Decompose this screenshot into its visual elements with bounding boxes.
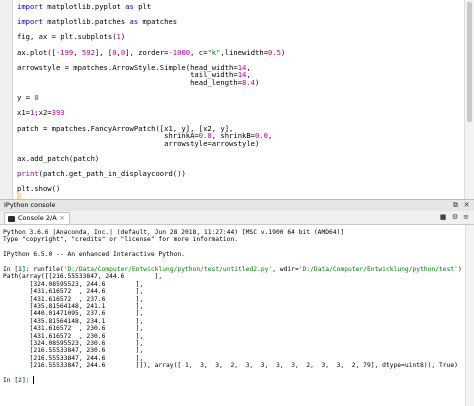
code-line: ax.plot([-199, 592], [0,0], zorder=-1000…: [17, 48, 285, 58]
menu-icon[interactable]: ≡: [461, 213, 471, 222]
code-token: import: [17, 17, 43, 27]
options-icon[interactable]: ⚙: [450, 213, 460, 222]
code-token: as: [129, 17, 139, 27]
code-token: as: [125, 2, 134, 11]
code-token: ,: [73, 47, 82, 57]
output-text: IPython 6.5.0 -- An enhanced Interactive…: [3, 251, 185, 259]
code-line: y = 0: [17, 93, 39, 103]
code-token: matplotlib.pyplot: [42, 2, 126, 11]
code-line: plt.show(): [17, 184, 60, 194]
code-line: arrowstyle=arrowstyle): [17, 139, 259, 149]
code-token: 8.4: [242, 78, 256, 87]
code-token: ): [255, 78, 260, 87]
code-token: 0: [34, 93, 39, 103]
code-token: arrowstyle=arrowstyle): [17, 138, 260, 148]
code-token: x1=: [17, 108, 30, 118]
prompt-close: ]:: [21, 377, 34, 384]
console-output-line: IPython 6.5.0 -- An enhanced Interactive…: [3, 250, 185, 259]
code-token: "k": [207, 47, 221, 57]
code-token: mpatches: [138, 17, 178, 27]
tab-label: Console 2/A: [18, 214, 57, 222]
prompt-open: In [: [3, 377, 19, 384]
code-token: (patch.get_path_in_displaycoord()): [38, 169, 186, 179]
tab-console-2a[interactable]: Console 2/A ✕: [4, 212, 70, 224]
code-token: ], zorder=: [125, 47, 169, 57]
dir-path-string: 'D:/Data/Computer/Entwicklung/python/tes…: [298, 266, 458, 273]
input-caret[interactable]: [33, 376, 35, 384]
code-line: x1=1;x2=393: [17, 108, 65, 118]
code-token: ], [: [94, 47, 113, 57]
code-line: import matplotlib.patches as mpatches: [17, 17, 177, 27]
editor-scrollbar[interactable]: [464, 0, 474, 199]
code-token: ,linewidth=: [220, 47, 269, 57]
output-text: [216.55533847, 244.6 ]]), array([ 1, 3, …: [3, 362, 458, 370]
code-token: 393: [51, 108, 65, 118]
code-token: 592: [81, 47, 95, 57]
pane-title: IPython console: [4, 201, 56, 209]
tab-close-icon[interactable]: ✕: [60, 213, 65, 224]
code-token: 0.5: [268, 47, 282, 57]
code-line: print(patch.get_path_in_displaycoord()): [17, 169, 186, 179]
code-editor[interactable]: import matplotlib.pyplot as plt import ma…: [0, 0, 474, 199]
output-text: Type "copyright", "credits" or "license"…: [3, 236, 239, 244]
console-scrollbar[interactable]: [465, 225, 474, 406]
close-icon[interactable]: ✕: [462, 201, 471, 210]
code-token: plt.show(): [17, 184, 61, 194]
code-token: ax.add_patch(patch): [17, 154, 100, 163]
code-token: ax.plot([: [17, 47, 56, 57]
editor-scrollbar-thumb[interactable]: [467, 2, 472, 122]
code-line: head_length=8.4): [17, 78, 259, 88]
code-line: import matplotlib.pyplot as plt: [17, 2, 151, 12]
code-token: -199: [55, 47, 74, 57]
ipython-console[interactable]: Python 3.6.6 |Anaconda, Inc.| (default, …: [0, 225, 474, 406]
console-input-line: In [2]:: [3, 376, 35, 385]
console-tab-bar: Console 2/A ✕ ■ ⚙ ≡: [0, 211, 474, 225]
editor-gutter: [0, 0, 13, 199]
code-token: , c=: [190, 47, 208, 57]
console-output-line: Type "copyright", "credits" or "license"…: [3, 235, 238, 244]
code-token: ): [120, 32, 126, 42]
code-token: matplotlib.patches: [42, 17, 130, 27]
code-line: [17, 192, 21, 199]
input-prompt: In [2]:: [3, 377, 33, 384]
terminal-icon: [8, 215, 15, 222]
code-token: print: [17, 169, 39, 179]
code-line: ax.add_patch(patch): [17, 154, 99, 164]
code-token: import: [17, 2, 43, 11]
code-token: plt: [133, 2, 152, 11]
code-token: ): [281, 47, 286, 57]
code-token: ;x2=: [34, 108, 52, 118]
command-text: ): [457, 266, 462, 273]
code-token: -1000: [168, 47, 191, 57]
code-line: fig, ax = plt.subplots(1): [17, 32, 125, 42]
console-output-line: [216.55533847, 244.6 ]]), array([ 1, 3, …: [3, 361, 458, 370]
code-token: head_length=: [17, 78, 243, 87]
command-text: , wdir=: [272, 266, 299, 273]
code-token: y =: [17, 93, 35, 103]
code-token: fig, ax = plt.subplots(: [17, 32, 117, 42]
undock-icon[interactable]: ⧉: [451, 201, 460, 210]
stop-icon[interactable]: ■: [438, 213, 448, 222]
code-token: ,: [268, 131, 273, 141]
